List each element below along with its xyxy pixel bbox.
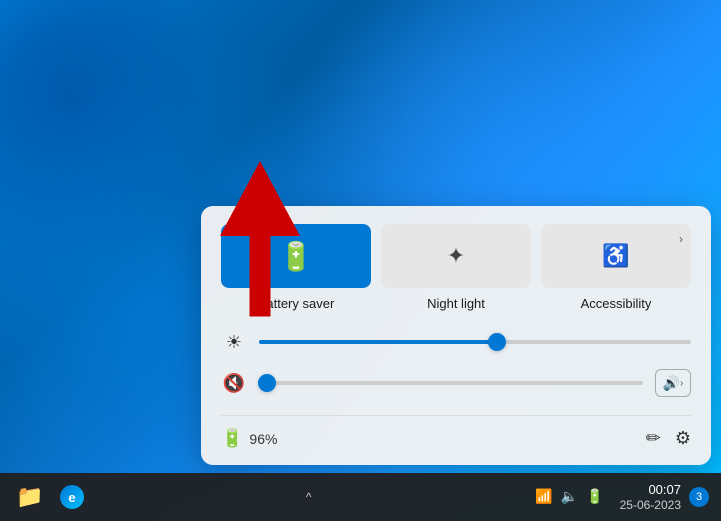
clock[interactable]: 00:07 25-06-2023 [620, 482, 681, 512]
volume-thumb[interactable] [258, 374, 276, 392]
brightness-thumb[interactable] [488, 333, 506, 351]
battery-taskbar-icon: 🔋 [586, 488, 603, 505]
battery-info: 🔋 96% [221, 428, 277, 449]
accessibility-icon-box: ♿ › [541, 224, 691, 288]
battery-saver-label: Battery saver [258, 296, 335, 311]
panel-bottom-bar: 🔋 96% ✏ ⚙ [221, 415, 691, 449]
brightness-icon: ☀ [221, 332, 247, 353]
file-explorer-app[interactable]: 📁 [12, 479, 48, 515]
speaker-settings-button[interactable]: 🔊 › [655, 369, 691, 397]
desktop: 🔋 Battery saver ✦ Night light ♿ › Access… [0, 0, 721, 521]
volume-row: 🔇 🔊 › [221, 369, 691, 397]
battery-percent: 96% [249, 431, 277, 447]
brightness-track [259, 340, 691, 344]
clock-time: 00:07 [648, 482, 681, 498]
brightness-slider-wrapper[interactable] [259, 331, 691, 353]
battery-saver-toggle[interactable]: 🔋 Battery saver [221, 224, 371, 311]
settings-button[interactable]: ⚙ [675, 428, 691, 449]
night-light-toggle[interactable]: ✦ Night light [381, 224, 531, 311]
volume-slider-wrapper[interactable] [259, 372, 643, 394]
system-tray-icons[interactable]: 📶 🔈 🔋 [527, 484, 611, 509]
night-light-icon: ✦ [447, 243, 465, 269]
edge-icon: e [60, 485, 84, 509]
accessibility-icon: ♿ [602, 243, 629, 269]
accessibility-chevron-icon: › [679, 232, 683, 246]
volume-track [259, 381, 643, 385]
night-light-icon-box: ✦ [381, 224, 531, 288]
quick-settings-panel: 🔋 Battery saver ✦ Night light ♿ › Access… [201, 206, 711, 465]
speaker-icon: 🔊 [663, 375, 680, 392]
battery-saver-icon-box: 🔋 [221, 224, 371, 288]
brightness-row: ☀ [221, 331, 691, 353]
notification-badge[interactable]: 3 [689, 487, 709, 507]
volume-taskbar-icon: 🔈 [561, 488, 578, 505]
edit-button[interactable]: ✏ [646, 428, 661, 449]
file-explorer-icon: 📁 [16, 484, 43, 510]
night-light-label: Night light [427, 296, 485, 311]
taskbar-center: ^ [90, 490, 527, 504]
sliders-section: ☀ 🔇 🔊 › [221, 331, 691, 397]
wifi-icon: 📶 [535, 488, 552, 505]
speaker-chevron-icon: › [680, 378, 683, 389]
toggles-row: 🔋 Battery saver ✦ Night light ♿ › Access… [221, 224, 691, 311]
taskbar: 📁 e ^ 📶 🔈 🔋 00:07 25-06-2023 3 [0, 473, 721, 521]
hidden-icons-chevron[interactable]: ^ [306, 490, 312, 504]
accessibility-label: Accessibility [581, 296, 652, 311]
edge-app[interactable]: e [54, 479, 90, 515]
taskbar-left: 📁 e [12, 479, 90, 515]
battery-saver-icon: 🔋 [279, 240, 314, 273]
accessibility-toggle[interactable]: ♿ › Accessibility [541, 224, 691, 311]
volume-mute-icon: 🔇 [221, 373, 247, 394]
battery-status-icon: 🔋 [221, 428, 243, 449]
action-icons: ✏ ⚙ [646, 428, 691, 449]
clock-date: 25-06-2023 [620, 498, 681, 512]
taskbar-right: 📶 🔈 🔋 00:07 25-06-2023 3 [527, 482, 709, 512]
